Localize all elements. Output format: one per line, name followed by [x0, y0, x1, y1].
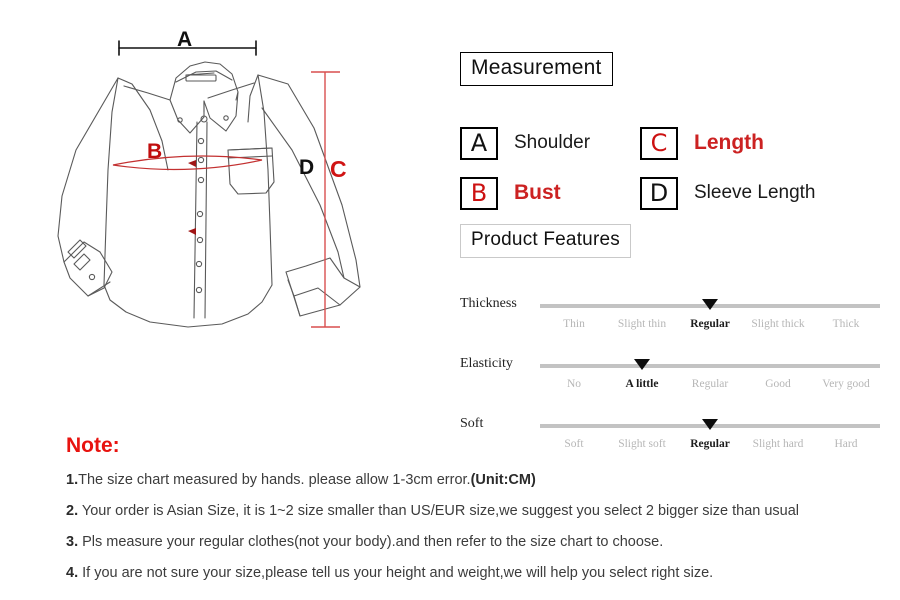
letter-box-b: B [460, 176, 498, 210]
scale-item[interactable]: Very good [812, 378, 880, 390]
scale-item[interactable]: Slight thin [608, 318, 676, 330]
note-text: The size chart measured by hands. please… [78, 472, 471, 488]
dimension-line-b [112, 155, 263, 235]
note-item: 2. Your order is Asian Size, it is 1~2 s… [66, 503, 886, 519]
dimension-label-d: D [299, 156, 315, 179]
shirt-measurement-diagram: A B D C [0, 0, 450, 420]
note-number: 3. [66, 534, 79, 550]
note-item: 4. If you are not sure your size,please … [66, 565, 886, 581]
letter-box-c: C [640, 126, 678, 160]
legend-label-sleeve-length: Sleeve Length [694, 182, 816, 203]
scale-item-selected[interactable]: A little [608, 378, 676, 390]
measurement-legend: A Shoulder C Length B Bust D Sleeve Leng… [460, 118, 890, 258]
slider-track[interactable] [540, 364, 880, 368]
letter-box-d: D [640, 176, 678, 210]
notes-section: Note: 1.The size chart measured by hands… [66, 434, 886, 596]
notes-heading: Note: [66, 434, 120, 457]
note-text: Your order is Asian Size, it is 1~2 size… [78, 503, 800, 519]
legend-row: B Bust D Sleeve Length [460, 168, 890, 218]
measurement-section: Measurement [460, 52, 890, 87]
scale-item[interactable]: Thin [540, 318, 608, 330]
scale-item[interactable]: Thick [812, 318, 880, 330]
note-item: 3. Pls measure your regular clothes(not … [66, 534, 886, 550]
measurement-title: Measurement [460, 52, 613, 87]
scale-item[interactable]: Slight thick [744, 318, 812, 330]
dimension-label-a: A [177, 28, 193, 51]
legend-label-bust: Bust [514, 181, 561, 204]
feature-name-thickness: Thickness [460, 296, 517, 311]
feature-name-elasticity: Elasticity [460, 356, 513, 371]
legend-entry-shoulder: A Shoulder [460, 126, 640, 160]
feature-row-elasticity: Elasticity No A little Regular Good Very… [460, 356, 880, 416]
dimension-label-c: C [330, 156, 347, 182]
slider-marker-elasticity[interactable] [634, 359, 650, 370]
note-text: Pls measure your regular clothes(not you… [78, 534, 664, 550]
slider-scale-thickness: Thin Slight thin Regular Slight thick Th… [540, 318, 880, 330]
scale-item-selected[interactable]: Regular [676, 318, 744, 330]
note-number: 4. [66, 565, 79, 581]
legend-row: A Shoulder C Length [460, 118, 890, 168]
note-text: If you are not sure your size,please tel… [78, 565, 714, 581]
legend-label-length: Length [694, 131, 764, 154]
slider-marker-thickness[interactable] [702, 299, 718, 310]
product-features-title: Product Features [460, 224, 631, 258]
note-number: 2. [66, 503, 79, 519]
feature-row-thickness: Thickness Thin Slight thin Regular Sligh… [460, 296, 880, 356]
feature-name-soft: Soft [460, 416, 484, 431]
scale-item[interactable]: No [540, 378, 608, 390]
shirt-svg [57, 40, 361, 328]
legend-entry-sleeve-length: D Sleeve Length [640, 176, 890, 210]
scale-item[interactable]: Good [744, 378, 812, 390]
note-emphasis: (Unit:CM) [470, 472, 536, 488]
letter-box-a: A [460, 126, 498, 160]
legend-entry-length: C Length [640, 126, 890, 160]
legend-label-shoulder: Shoulder [514, 132, 591, 153]
slider-scale-elasticity: No A little Regular Good Very good [540, 378, 880, 390]
note-item: 1.The size chart measured by hands. plea… [66, 472, 886, 488]
legend-entry-bust: B Bust [460, 176, 640, 210]
dimension-label-b: B [147, 140, 163, 163]
note-number: 1. [66, 472, 79, 488]
scale-item[interactable]: Regular [676, 378, 744, 390]
slider-marker-soft[interactable] [702, 419, 718, 430]
